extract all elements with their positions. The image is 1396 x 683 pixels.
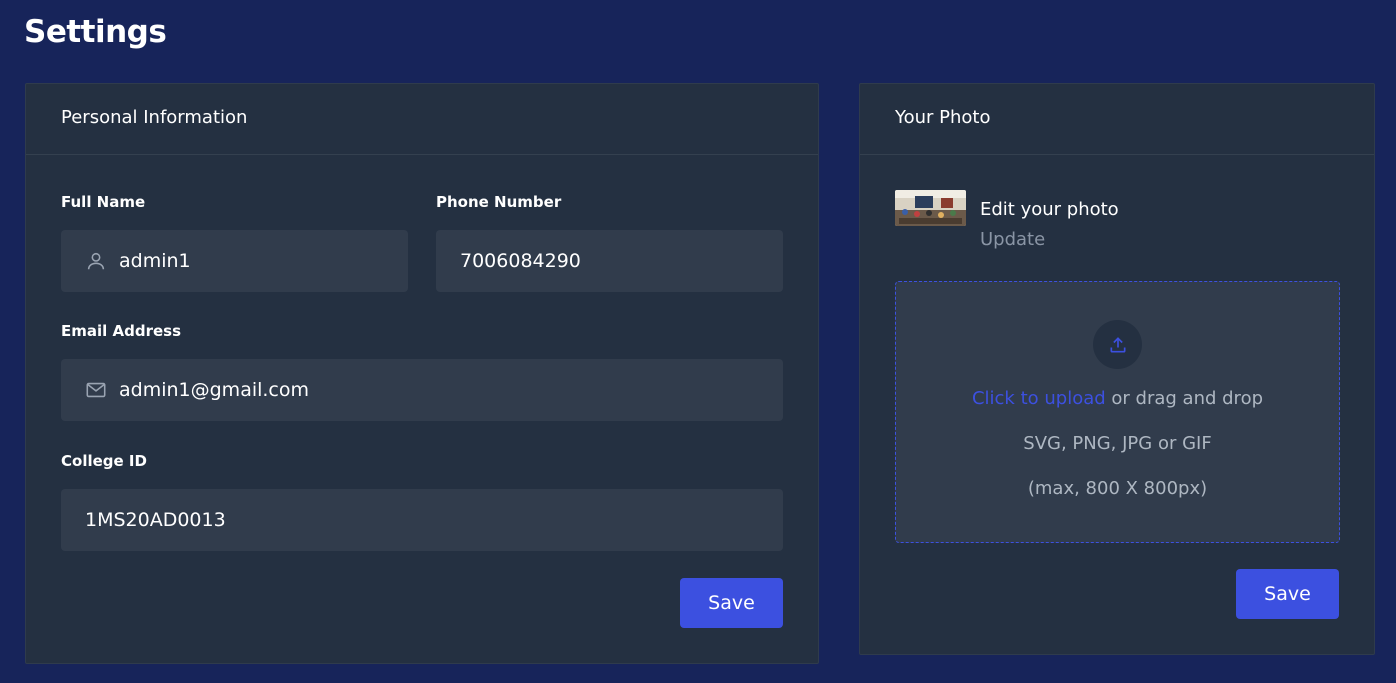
phone-number-field[interactable]: 7006084290 xyxy=(436,230,783,292)
full-name-field[interactable]: admin1 xyxy=(61,230,408,292)
full-name-label: Full Name xyxy=(61,193,146,211)
email-address-value: admin1@gmail.com xyxy=(119,379,310,401)
save-personal-button[interactable]: Save xyxy=(680,578,783,628)
edit-photo-label: Edit your photo xyxy=(980,199,1119,220)
upload-instruction: Click to upload or drag and drop xyxy=(896,388,1339,409)
phone-number-value: 7006084290 xyxy=(460,250,581,272)
college-id-field[interactable]: 1MS20AD0013 xyxy=(61,489,783,551)
mail-icon xyxy=(84,378,108,402)
personal-information-card: Personal Information Full Name admin1 Ph… xyxy=(25,83,819,664)
update-photo-link[interactable]: Update xyxy=(980,229,1045,250)
upload-max-size: (max, 800 X 800px) xyxy=(1027,478,1208,499)
drag-drop-text: or drag and drop xyxy=(1105,388,1264,409)
avatar xyxy=(895,190,966,226)
full-name-value: admin1 xyxy=(119,250,191,272)
user-icon xyxy=(84,249,108,273)
college-id-value: 1MS20AD0013 xyxy=(85,509,226,531)
email-address-field[interactable]: admin1@gmail.com xyxy=(61,359,783,421)
email-address-label: Email Address xyxy=(61,322,182,340)
save-photo-button[interactable]: Save xyxy=(1236,569,1339,619)
college-id-label: College ID xyxy=(61,452,147,470)
upload-formats: SVG, PNG, JPG or GIF xyxy=(1023,433,1212,454)
your-photo-card: Your Photo Edit your photo Update Click … xyxy=(859,83,1375,655)
personal-information-header: Personal Information xyxy=(26,84,818,155)
phone-number-label: Phone Number xyxy=(436,193,562,211)
page-title: Settings xyxy=(24,14,167,50)
upload-dropzone[interactable]: Click to upload or drag and drop SVG, PN… xyxy=(895,281,1340,543)
click-to-upload-link[interactable]: Click to upload xyxy=(972,388,1106,409)
upload-icon xyxy=(1093,320,1142,369)
your-photo-header: Your Photo xyxy=(860,84,1374,155)
